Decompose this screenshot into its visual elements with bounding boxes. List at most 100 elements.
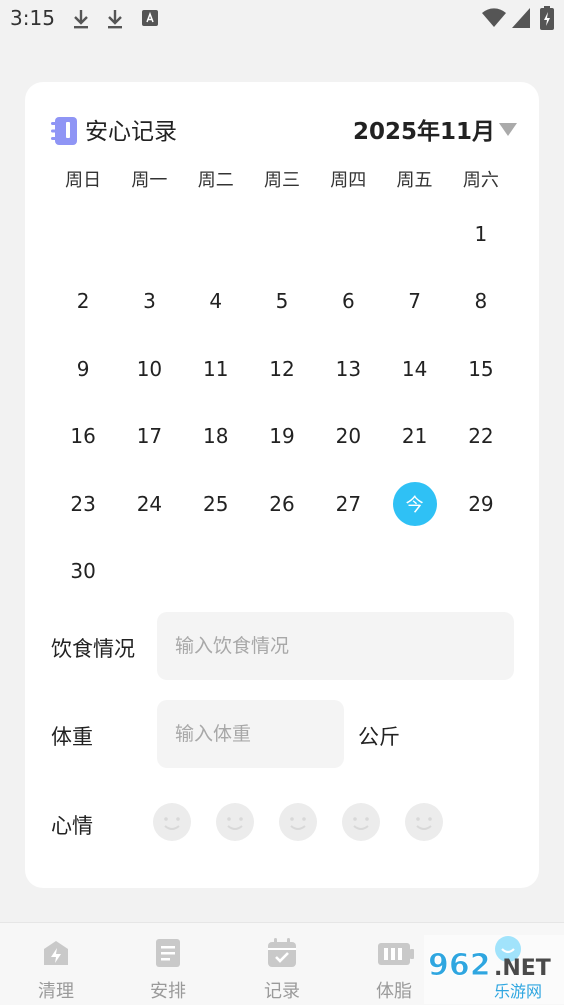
calendar-day[interactable]: 13 [315, 335, 381, 403]
day-number: 17 [136, 424, 163, 449]
day-number: 8 [474, 289, 488, 314]
calendar-day[interactable]: 29 [448, 470, 514, 538]
mood-label: 心情 [51, 814, 93, 838]
smile-icon [164, 817, 180, 830]
day-number: 13 [335, 356, 362, 381]
card-header: 安心记录 2025年11月 [25, 82, 539, 172]
calendar-day[interactable]: 5 [249, 268, 315, 336]
calendar-day[interactable]: 24 [116, 470, 182, 538]
calendar-day[interactable]: 8 [448, 268, 514, 336]
day-number: 19 [269, 424, 295, 449]
weekday-label: 周三 [263, 170, 300, 191]
weekday-label: 周日 [65, 170, 102, 191]
month-picker[interactable]: 2025年11月 [353, 112, 517, 146]
nav-label: 记录 [264, 981, 300, 1002]
calendar-day[interactable]: 1 [448, 200, 514, 268]
font-a-icon [142, 10, 158, 26]
calendar-day[interactable]: 27 [315, 470, 381, 538]
calendar-day[interactable]: 14 [381, 335, 447, 403]
nav-item-cleanup[interactable]: 清理 [0, 923, 112, 1005]
calendar-day[interactable]: 12 [249, 335, 315, 403]
calendar-day[interactable]: 3 [116, 268, 182, 336]
triangle-down-icon [499, 123, 517, 136]
calendar-day[interactable]: 18 [183, 403, 249, 471]
calendar-blank [116, 200, 182, 268]
diet-input[interactable] [157, 612, 514, 680]
weekday-header: 周日 周一 周二 周三 周四 周五 周六 [50, 166, 514, 192]
mood-face-4[interactable] [342, 803, 380, 841]
day-number: 9 [76, 356, 90, 381]
battery-charging-icon [540, 6, 554, 30]
cleanup-icon [44, 941, 68, 965]
day-number: 2 [76, 289, 90, 314]
calendar-blank [315, 200, 381, 268]
nav-label: 清理 [38, 981, 74, 1002]
calendar-day-today[interactable]: 今 [381, 470, 447, 538]
calendar-day[interactable]: 9 [50, 335, 116, 403]
document-icon [156, 939, 180, 967]
weekday-label: 周一 [131, 170, 168, 191]
calendar-day[interactable]: 10 [116, 335, 182, 403]
weekday-label: 周四 [330, 170, 367, 191]
calendar-blank [183, 200, 249, 268]
day-number: 14 [401, 356, 428, 381]
calendar-day[interactable]: 22 [448, 403, 514, 471]
signal-icon [512, 8, 530, 28]
calendar-day[interactable]: 11 [183, 335, 249, 403]
mood-face-5[interactable] [405, 803, 443, 841]
day-number: 11 [203, 356, 229, 381]
day-number: 15 [468, 356, 494, 381]
calendar-day[interactable]: 21 [381, 403, 447, 471]
day-number: 26 [269, 491, 295, 516]
calendar-day[interactable]: 17 [116, 403, 182, 471]
day-number: 22 [468, 424, 494, 449]
smile-icon [353, 817, 369, 830]
calendar-blank [249, 200, 315, 268]
nav-item-record[interactable]: 记录 [226, 923, 338, 1005]
smile-icon [416, 817, 432, 830]
status-bar: 3:15 [0, 0, 564, 38]
day-number: 6 [341, 289, 355, 314]
calendar-day[interactable]: 19 [249, 403, 315, 471]
calendar-day[interactable]: 15 [448, 335, 514, 403]
mood-face-2[interactable] [216, 803, 254, 841]
calendar-blank [50, 200, 116, 268]
day-number: 24 [136, 491, 163, 516]
day-number: 25 [203, 491, 229, 516]
day-number: 7 [408, 289, 421, 314]
weekday-label: 周六 [462, 170, 499, 191]
weekday-label: 周二 [197, 170, 234, 191]
calendar-day[interactable]: 25 [183, 470, 249, 538]
mood-face-1[interactable] [153, 803, 191, 841]
weight-input[interactable] [157, 700, 344, 768]
diet-label: 饮食情况 [51, 637, 135, 661]
svg-text:.NET: .NET [494, 956, 551, 981]
calendar-day[interactable]: 16 [50, 403, 116, 471]
weight-unit: 公斤 [358, 725, 400, 749]
battery-icon [378, 943, 414, 965]
calendar-day[interactable]: 6 [315, 268, 381, 336]
calendar-day[interactable]: 26 [249, 470, 315, 538]
smile-icon [290, 817, 306, 830]
calendar-day[interactable]: 4 [183, 268, 249, 336]
day-number: 20 [335, 424, 362, 449]
calendar-grid: 1 2 3 4 5 6 7 8 9 10 11 12 13 14 15 16 17 18 19 20 21 22 23 24 2… [50, 200, 514, 605]
record-card: 安心记录 2025年11月 周日 周一 周二 周三 周四 周五 周六 1 2 3 4 5 6 7 8 9 10… [25, 82, 539, 888]
day-number: 3 [143, 289, 156, 314]
page-title: 安心记录 [85, 119, 177, 145]
mood-face-3[interactable] [279, 803, 317, 841]
calendar-day[interactable]: 7 [381, 268, 447, 336]
calendar-day[interactable]: 2 [50, 268, 116, 336]
notebook-icon [51, 117, 77, 145]
calendar-day[interactable]: 30 [50, 538, 116, 606]
nav-item-schedule[interactable]: 安排 [112, 923, 224, 1005]
status-time: 3:15 [10, 6, 55, 30]
day-number: 29 [468, 491, 494, 516]
nav-label: 安排 [150, 981, 186, 1002]
day-number: 27 [335, 491, 362, 516]
calendar-day[interactable]: 23 [50, 470, 116, 538]
calendar-day[interactable]: 20 [315, 403, 381, 471]
download-icon [74, 10, 88, 29]
day-number: 10 [136, 356, 163, 381]
weight-label: 体重 [51, 725, 93, 749]
